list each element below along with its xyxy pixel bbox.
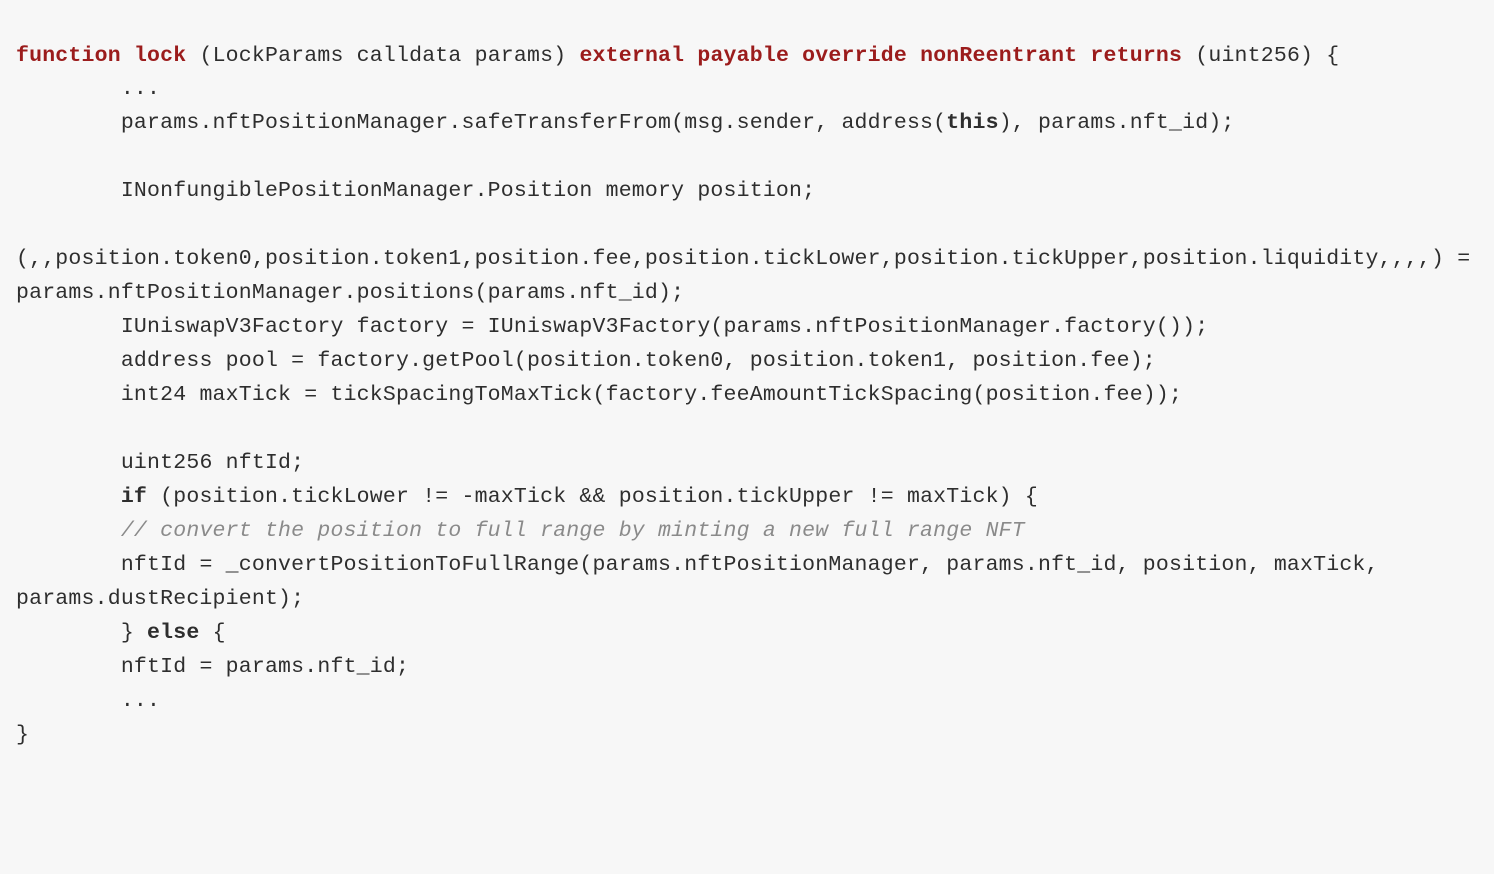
code-line-nftid-assign: nftId = params.nft_id; [16, 655, 409, 679]
if-indent [16, 485, 121, 509]
code-line-ellipsis: ... [16, 77, 160, 101]
code-line-transfer-b: ), params.nft_id); [999, 111, 1235, 135]
code-close-brace: } [16, 723, 29, 747]
code-block: function lock (LockParams calldata param… [0, 22, 1494, 777]
keyword-modifiers: external payable override nonReentrant r… [579, 44, 1182, 68]
code-line-maxtick: int24 maxTick = tickSpacingToMaxTick(fac… [16, 383, 1182, 407]
if-condition: (position.tickLower != -maxTick && posit… [147, 485, 1038, 509]
comment-indent [16, 519, 121, 543]
code-line-convert: nftId = _convertPositionToFullRange(para… [16, 553, 1392, 611]
code-line-transfer-a: params.nftPositionManager.safeTransferFr… [16, 111, 946, 135]
code-line-destructure: (,,position.token0,position.token1,posit… [16, 247, 1483, 305]
code-line-ellipsis2: ... [16, 689, 160, 713]
signature-tail: (uint256) { [1182, 44, 1339, 68]
code-comment: // convert the position to full range by… [121, 519, 1025, 543]
params-decl: (LockParams calldata params) [186, 44, 579, 68]
code-line-position-decl: INonfungiblePositionManager.Position mem… [16, 179, 815, 203]
else-indent: } [16, 621, 147, 645]
code-line-nftid-decl: uint256 nftId; [16, 451, 304, 475]
else-tail: { [199, 621, 225, 645]
code-line-pool: address pool = factory.getPool(position.… [16, 349, 1156, 373]
code-line-factory: IUniswapV3Factory factory = IUniswapV3Fa… [16, 315, 1208, 339]
keyword-if: if [121, 485, 147, 509]
keyword-else: else [147, 621, 199, 645]
keyword-function: function [16, 44, 121, 68]
keyword-this: this [946, 111, 998, 135]
function-name-lock: lock [134, 44, 186, 68]
